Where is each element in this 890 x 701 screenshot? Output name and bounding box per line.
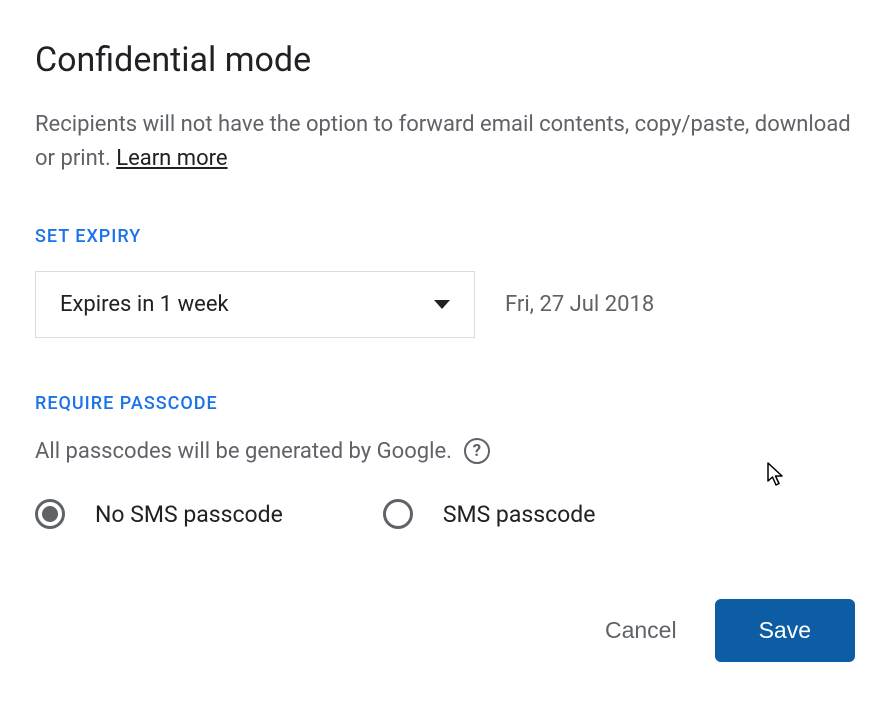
radio-sms-label: SMS passcode xyxy=(443,501,596,528)
radio-selected-dot xyxy=(42,506,58,522)
expiry-select[interactable]: Expires in 1 week xyxy=(35,271,475,338)
button-row: Cancel Save xyxy=(35,599,855,662)
cursor-arrow-icon xyxy=(767,462,787,488)
chevron-down-icon xyxy=(434,300,450,309)
require-passcode-label: REQUIRE PASSCODE xyxy=(35,393,855,414)
learn-more-link[interactable]: Learn more xyxy=(116,146,227,171)
radio-no-sms[interactable]: No SMS passcode xyxy=(35,499,283,529)
radio-no-sms-label: No SMS passcode xyxy=(95,501,283,528)
dialog-title: Confidential mode xyxy=(35,40,855,80)
set-expiry-label: SET EXPIRY xyxy=(35,226,855,247)
dialog-description: Recipients will not have the option to f… xyxy=(35,108,855,176)
passcode-radio-group: No SMS passcode SMS passcode xyxy=(35,499,855,529)
radio-button-icon xyxy=(383,499,413,529)
expiry-row: Expires in 1 week Fri, 27 Jul 2018 xyxy=(35,271,855,338)
radio-button-icon xyxy=(35,499,65,529)
help-icon[interactable]: ? xyxy=(464,438,490,464)
radio-sms[interactable]: SMS passcode xyxy=(383,499,596,529)
save-button[interactable]: Save xyxy=(715,599,855,662)
expiry-date: Fri, 27 Jul 2018 xyxy=(505,292,654,317)
passcode-description: All passcodes will be generated by Googl… xyxy=(35,439,452,464)
cancel-button[interactable]: Cancel xyxy=(595,599,687,662)
expiry-selected-value: Expires in 1 week xyxy=(60,292,229,317)
passcode-description-row: All passcodes will be generated by Googl… xyxy=(35,438,855,464)
